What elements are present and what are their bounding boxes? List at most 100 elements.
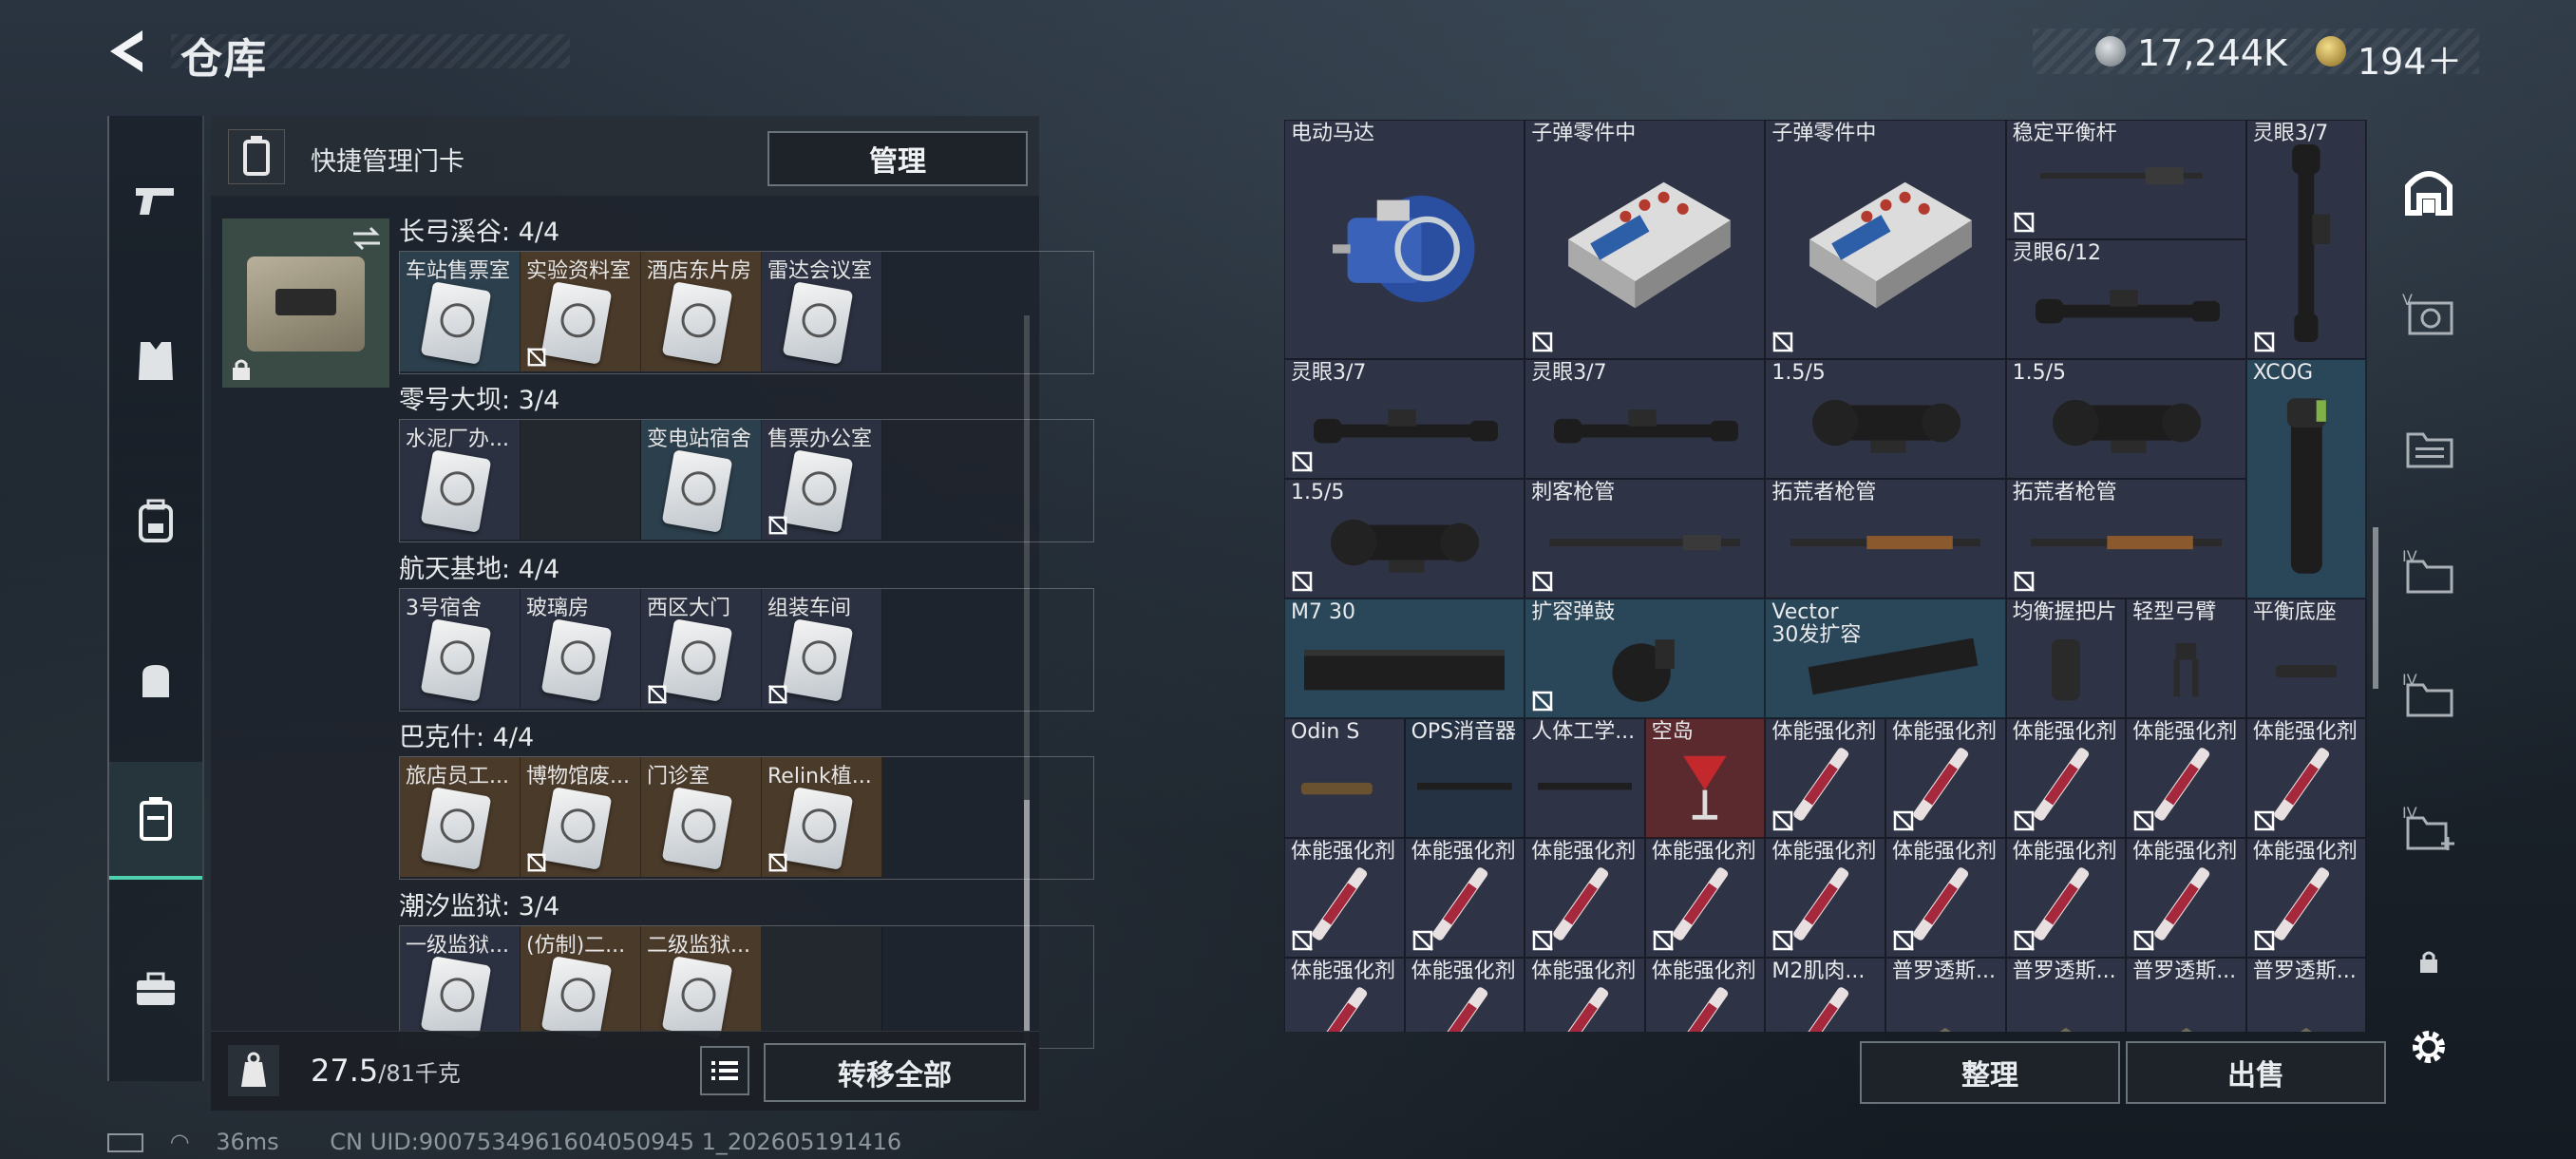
- inventory-item[interactable]: 体能强化剂: [1284, 838, 1405, 958]
- list-view-button[interactable]: [700, 1046, 749, 1095]
- swap-icon[interactable]: [350, 224, 384, 253]
- keycard-slot[interactable]: 车站售票室: [400, 252, 521, 371]
- keycard-slot[interactable]: 二级监狱...: [641, 926, 762, 1046]
- back-button[interactable]: [104, 27, 152, 76]
- keycard-slot[interactable]: 门诊室: [641, 757, 762, 877]
- inventory-item[interactable]: 体能强化剂: [1404, 958, 1525, 1032]
- keycard-slot[interactable]: (仿制)二...: [521, 926, 641, 1046]
- inventory-item[interactable]: 体能强化剂: [1765, 718, 1885, 838]
- keycard-slot[interactable]: 旅店员工...: [400, 757, 521, 877]
- inventory-item[interactable]: 体能强化剂: [2126, 838, 2246, 958]
- inventory-item[interactable]: 体能强化剂: [2245, 718, 2367, 838]
- keycard-slot[interactable]: [762, 926, 882, 1046]
- nav-armor[interactable]: [109, 304, 202, 418]
- keycard-slot[interactable]: 水泥厂办...: [400, 420, 521, 540]
- inventory-item[interactable]: 拓荒者枪管: [1765, 479, 2006, 598]
- inventory-item[interactable]: 普罗透斯...: [2126, 958, 2246, 1032]
- item-label: 体能强化剂: [1291, 840, 1396, 864]
- nav-bag[interactable]: [109, 623, 202, 737]
- inventory-item[interactable]: 子弹零件中: [1765, 120, 2006, 359]
- inventory-scrollbar-thumb[interactable]: [2373, 527, 2378, 689]
- keycard-label: 实验资料室: [526, 259, 632, 283]
- keycard-slot[interactable]: 实验资料室: [521, 252, 641, 371]
- keycard-label: 博物馆废...: [526, 765, 630, 788]
- keycard-slot[interactable]: 酒店东片房: [641, 252, 762, 371]
- keycard-slot[interactable]: 一级监狱...: [400, 926, 521, 1046]
- transfer-all-button[interactable]: 转移全部: [764, 1043, 1026, 1102]
- inventory-item[interactable]: 体能强化剂: [2005, 838, 2127, 958]
- keycard-slot[interactable]: 西区大门: [641, 589, 762, 709]
- inventory-item[interactable]: 体能强化剂: [2005, 718, 2127, 838]
- inventory-item[interactable]: 空岛: [1644, 718, 1766, 838]
- keycard-slot[interactable]: 雷达会议室: [762, 252, 882, 371]
- inventory-item[interactable]: 稳定平衡杆: [2005, 120, 2246, 239]
- item-label: 扩容弹鼓: [1531, 600, 1616, 624]
- keycard-slot[interactable]: 售票办公室: [762, 420, 882, 540]
- inventory-item[interactable]: 1.5/5: [2005, 359, 2246, 479]
- inventory-item[interactable]: 体能强化剂: [1765, 838, 1885, 958]
- inventory-item[interactable]: OPS消音器: [1404, 718, 1525, 838]
- inventory-item[interactable]: 拓荒者枪管: [2005, 479, 2246, 598]
- inventory-item[interactable]: 1.5/5: [1284, 479, 1525, 598]
- inventory-item[interactable]: M2肌肉...: [1765, 958, 1885, 1032]
- left-scrollbar-thumb[interactable]: [1024, 800, 1030, 1047]
- inventory-item[interactable]: 人体工学...: [1525, 718, 1645, 838]
- vault-tab[interactable]: V: [2382, 258, 2475, 372]
- inventory-item[interactable]: 刺客枪管: [1525, 479, 1766, 598]
- sell-button[interactable]: 出售: [2126, 1041, 2386, 1104]
- inventory-item[interactable]: 1.5/5: [1765, 359, 2006, 479]
- keycard-slot[interactable]: 变电站宿舍: [641, 420, 762, 540]
- storage-tab[interactable]: [2382, 135, 2475, 249]
- inventory-item[interactable]: 体能强化剂: [1644, 838, 1766, 958]
- keycard-slot[interactable]: Relink植...: [762, 757, 882, 877]
- inventory-item[interactable]: Vector 30发扩容: [1765, 598, 2006, 718]
- gold-amount[interactable]: 194＋: [2358, 32, 2463, 85]
- inventory-item[interactable]: 体能强化剂: [1404, 838, 1525, 958]
- inventory-item[interactable]: XCOG: [2245, 359, 2367, 598]
- inventory-item[interactable]: 普罗透斯...: [2005, 958, 2127, 1032]
- inventory-item[interactable]: Odin S: [1284, 718, 1405, 838]
- inventory-item[interactable]: 体能强化剂: [1525, 958, 1645, 1032]
- keycard-slot[interactable]: [521, 420, 641, 540]
- inventory-item[interactable]: 平衡底座: [2245, 598, 2367, 718]
- inventory-item[interactable]: 灵眼6/12: [2005, 239, 2246, 359]
- inventory-item[interactable]: 体能强化剂: [1885, 718, 2006, 838]
- settings-button[interactable]: [2382, 990, 2475, 1104]
- keycard-slot[interactable]: 组装车间: [762, 589, 882, 709]
- folder-add-tab[interactable]: IV: [2382, 771, 2475, 885]
- inventory-item[interactable]: 轻型弓臂: [2126, 598, 2246, 718]
- sort-button[interactable]: 整理: [1860, 1041, 2120, 1104]
- nav-toolbox[interactable]: [109, 933, 202, 1047]
- folder-add-icon: IV: [2402, 805, 2454, 850]
- folder-iv-tab-1[interactable]: IV: [2382, 515, 2475, 629]
- keycard-slot[interactable]: 博物馆废...: [521, 757, 641, 877]
- item-label: 电动马达: [1291, 122, 1375, 145]
- folder-iv-tab-2[interactable]: IV: [2382, 638, 2475, 752]
- inventory-item[interactable]: 子弹零件中: [1525, 120, 1766, 359]
- keycard-slot[interactable]: 玻璃房: [521, 589, 641, 709]
- inventory-item[interactable]: 灵眼3/7: [1525, 359, 1766, 479]
- nav-backpack[interactable]: [109, 464, 202, 578]
- inventory-item[interactable]: M7 30: [1284, 598, 1525, 718]
- inventory-item[interactable]: 体能强化剂: [1885, 838, 2006, 958]
- inventory-item[interactable]: 扩容弹鼓: [1525, 598, 1766, 718]
- inventory-item[interactable]: 普罗透斯...: [2245, 958, 2367, 1032]
- keycard-slot[interactable]: 3号宿舍: [400, 589, 521, 709]
- inventory-item[interactable]: 体能强化剂: [1644, 958, 1766, 1032]
- keycard-holder-thumb[interactable]: [222, 218, 389, 388]
- keycard-image: [420, 618, 492, 702]
- manage-button[interactable]: 管理: [767, 131, 1028, 186]
- inventory-item[interactable]: 灵眼3/7: [1284, 359, 1525, 479]
- inventory-item[interactable]: 灵眼3/7: [2245, 120, 2367, 359]
- inventory-item[interactable]: 电动马达: [1284, 120, 1525, 359]
- nav-keycard[interactable]: [109, 762, 202, 880]
- inventory-item[interactable]: 体能强化剂: [1284, 958, 1405, 1032]
- inventory-item[interactable]: 体能强化剂: [2126, 718, 2246, 838]
- inventory-item[interactable]: 体能强化剂: [2245, 838, 2367, 958]
- inventory-item[interactable]: 均衡握把片: [2005, 598, 2127, 718]
- inventory-item[interactable]: 普罗透斯...: [1885, 958, 2006, 1032]
- inventory-item[interactable]: 体能强化剂: [1525, 838, 1645, 958]
- folder-tab[interactable]: [2382, 391, 2475, 505]
- no-trade-icon: [527, 853, 546, 872]
- nav-weapons[interactable]: [109, 144, 202, 258]
